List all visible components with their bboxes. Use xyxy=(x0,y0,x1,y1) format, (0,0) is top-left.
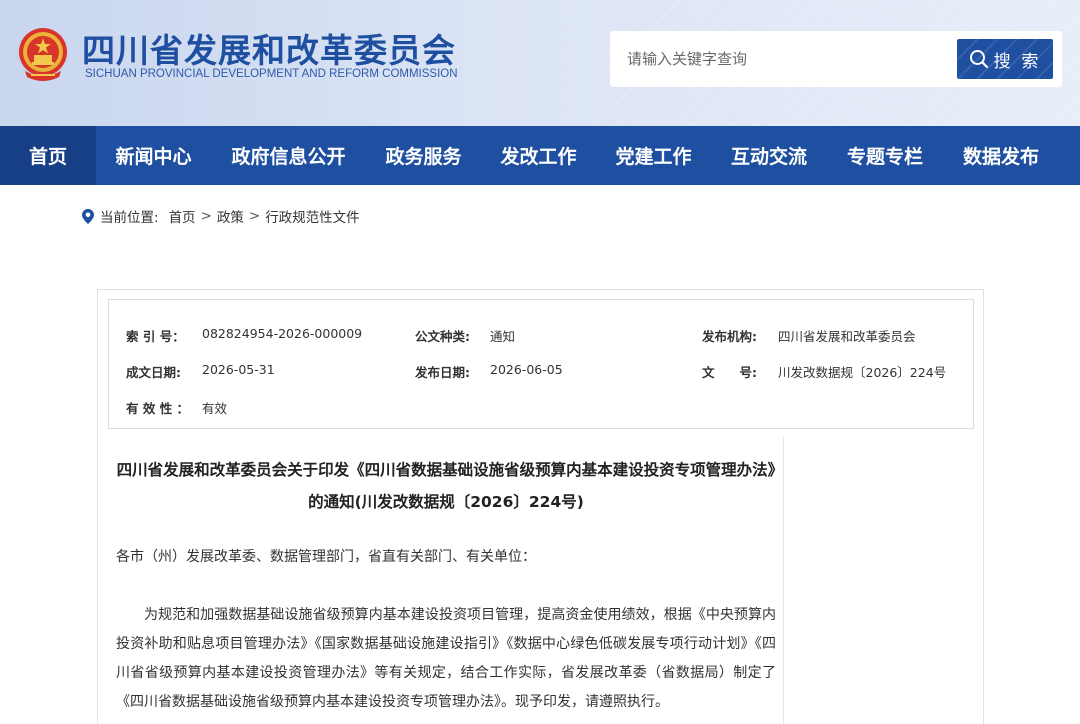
issuer-label: 发布机构: xyxy=(702,329,757,344)
nav-item-services[interactable]: 政务服务 xyxy=(366,126,481,185)
content-frame: 索 引 号： 082824954-2026-000009 公文种类: 通知 发布… xyxy=(97,289,984,724)
doc-number-label: 文 号: xyxy=(702,365,757,380)
written-date-value: 2026-05-31 xyxy=(202,362,275,377)
nav-item-special-topics[interactable]: 专题专栏 xyxy=(827,126,943,185)
national-emblem-icon[interactable] xyxy=(17,25,69,83)
breadcrumb: 当前位置: 首页 > 政策 > 行政规范性文件 xyxy=(82,206,360,226)
search-button-label: 搜 索 xyxy=(993,51,1042,71)
search-icon xyxy=(969,50,988,69)
breadcrumb-policy[interactable]: 政策 xyxy=(217,206,244,226)
publish-date-label: 发布日期: xyxy=(415,365,470,380)
meta-row: 有 效 性 ： 有效 xyxy=(109,398,975,418)
index-number-value: 082824954-2026-000009 xyxy=(202,326,363,341)
breadcrumb-home[interactable]: 首页 xyxy=(169,206,196,226)
nav-item-gov-info[interactable]: 政府信息公开 xyxy=(211,126,366,185)
publish-date-value: 2026-06-05 xyxy=(490,362,563,377)
doc-number-value: 川发改数据规〔2026〕224号 xyxy=(778,365,947,380)
breadcrumb-separator: > xyxy=(248,208,261,224)
index-number-label: 索 引 号： xyxy=(126,329,185,344)
site-title: 四川省发展和改革委员会 xyxy=(82,31,456,70)
issuer-value: 四川省发展和改革委员会 xyxy=(778,329,916,344)
validity-value: 有效 xyxy=(202,401,228,416)
document-meta-table: 索 引 号： 082824954-2026-000009 公文种类: 通知 发布… xyxy=(108,299,974,429)
article-paragraph: 为规范和加强数据基础设施省级预算内基本建设投资项目管理，提高资金使用绩效，根据《… xyxy=(116,607,776,710)
nav-item-news[interactable]: 新闻中心 xyxy=(96,126,211,185)
location-pin-icon xyxy=(82,208,94,224)
article-title: 四川省发展和改革委员会关于印发《四川省数据基础设施省级预算内基本建设投资专项管理… xyxy=(116,461,776,511)
main-nav: 首页 新闻中心 政府信息公开 政务服务 发改工作 党建工作 互动交流 专题专栏 … xyxy=(0,126,1080,185)
breadcrumb-prefix: 当前位置: xyxy=(100,210,159,226)
nav-item-data-release[interactable]: 数据发布 xyxy=(943,126,1059,185)
article-greeting: 各市（州）发展改革委、数据管理部门，省直有关部门、有关单位： xyxy=(116,549,536,565)
nav-item-reform-work[interactable]: 发改工作 xyxy=(481,126,596,185)
search-button[interactable]: 搜 索 xyxy=(957,39,1053,79)
breadcrumb-current[interactable]: 行政规范性文件 xyxy=(265,206,360,226)
article-body: 四川省发展和改革委员会关于印发《四川省数据基础设施省级预算内基本建设投资专项管理… xyxy=(108,437,784,724)
nav-item-interaction[interactable]: 互动交流 xyxy=(711,126,827,185)
meta-row: 索 引 号： 082824954-2026-000009 公文种类: 通知 发布… xyxy=(109,326,975,346)
validity-label: 有 效 性 ： xyxy=(126,401,190,416)
doc-type-value: 通知 xyxy=(490,329,516,344)
breadcrumb-separator: > xyxy=(200,208,212,224)
meta-row: 成文日期: 2026-05-31 发布日期: 2026-06-05 文 号: 川… xyxy=(109,362,975,382)
written-date-label: 成文日期: xyxy=(126,365,181,380)
doc-type-label: 公文种类: xyxy=(415,329,470,344)
nav-item-home[interactable]: 首页 xyxy=(0,126,96,185)
search-box: 搜 索 xyxy=(610,31,1062,87)
site-subtitle: SICHUAN PROVINCIAL DEVELOPMENT AND REFOR… xyxy=(85,68,458,80)
search-input[interactable] xyxy=(610,31,950,87)
site-header: 四川省发展和改革委员会 SICHUAN PROVINCIAL DEVELOPME… xyxy=(0,0,1080,126)
nav-item-party-building[interactable]: 党建工作 xyxy=(596,126,711,185)
